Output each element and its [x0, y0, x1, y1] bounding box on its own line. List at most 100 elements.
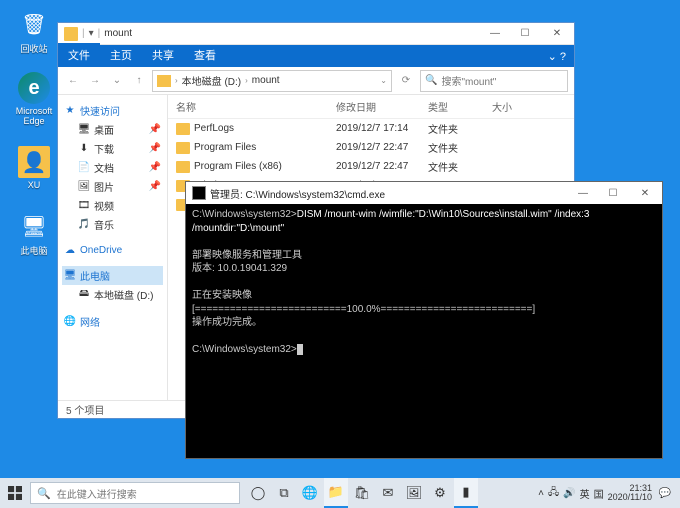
cmd-titlebar[interactable]: 管理员: C:\Windows\system32\cmd.exe — ☐ ✕ [186, 182, 662, 204]
sidebar-item-videos[interactable]: 🎞视频 [62, 196, 163, 215]
maximize-button[interactable]: ☐ [598, 182, 628, 204]
taskbar-clock[interactable]: 21:31 2020/11/10 [608, 484, 652, 502]
folder-icon [176, 142, 190, 154]
table-row[interactable]: PerfLogs2019/12/7 17:14文件夹 [168, 119, 574, 138]
sidebar-item-documents[interactable]: 📄文档📌 [62, 158, 163, 177]
col-date[interactable]: 修改日期 [336, 99, 428, 114]
desktop-icon-edge[interactable]: e Microsoft Edge [10, 72, 58, 126]
sidebar-quick-access[interactable]: ★ 快速访问 [62, 101, 163, 120]
pc-icon: 🖥 [64, 270, 76, 282]
close-button[interactable]: ✕ [540, 23, 574, 45]
tab-share[interactable]: 共享 [142, 43, 184, 67]
maximize-button[interactable]: ☐ [510, 23, 540, 45]
minimize-button[interactable]: — [568, 182, 598, 204]
user-folder-icon: 👤 [18, 146, 50, 178]
window-title: mount [104, 28, 132, 39]
cursor [297, 344, 303, 355]
tray-network-icon[interactable]: 🖧 [548, 485, 559, 502]
tray-overflow-icon[interactable]: ˄ [538, 488, 544, 499]
desktop-icon-label: XU [10, 180, 58, 190]
cortana-button[interactable]: ◯ [246, 478, 270, 508]
document-icon: 📄 [78, 162, 90, 174]
picture-icon: 🖼 [78, 181, 90, 193]
windows-icon [8, 486, 22, 500]
taskbar-store[interactable]: 🛍 [350, 478, 374, 508]
drive-icon: 🖴 [78, 289, 90, 301]
nav-back-button[interactable]: ← [64, 72, 82, 90]
folder-icon [64, 27, 78, 41]
minimize-button[interactable]: — [480, 23, 510, 45]
taskbar-photos[interactable]: 🖼 [402, 478, 426, 508]
cloud-icon: ☁ [64, 244, 76, 256]
sidebar-item-music[interactable]: 🎵音乐 [62, 215, 163, 234]
nav-recent-button[interactable]: ⌄ [108, 72, 126, 90]
taskbar-explorer[interactable]: 📁 [324, 478, 348, 508]
recycle-bin-icon: 🗑 [18, 8, 50, 40]
search-placeholder: 在此键入进行搜索 [57, 486, 137, 501]
search-input[interactable]: 🔍 搜索"mount" [420, 70, 568, 92]
sidebar-thispc[interactable]: 🖥此电脑 [62, 266, 163, 285]
folder-icon [176, 161, 190, 173]
col-type[interactable]: 类型 [428, 99, 492, 114]
tray-volume-icon[interactable]: 🔊 [563, 488, 575, 499]
breadcrumb[interactable]: › 本地磁盘 (D:) › mount ⌄ [152, 70, 392, 92]
taskbar: 🔍 在此键入进行搜索 ◯ ⧉ 🌐 📁 🛍 ✉ 🖼 ⚙ ▮ ˄ 🖧 🔊 英 国 2… [0, 478, 680, 508]
nav-up-button[interactable]: ↑ [130, 72, 148, 90]
video-icon: 🎞 [78, 200, 90, 212]
taskbar-mail[interactable]: ✉ [376, 478, 400, 508]
qat-under-icon[interactable]: ▾ [89, 28, 94, 39]
cmd-title: 管理员: C:\Windows\system32\cmd.exe [210, 186, 385, 201]
desktop-icon-user[interactable]: 👤 XU [10, 146, 58, 190]
search-icon: 🔍 [425, 75, 437, 86]
sidebar-network[interactable]: 🌐网络 [62, 312, 163, 331]
desktop-icon-recycle-bin[interactable]: 🗑 回收站 [10, 8, 58, 55]
drive-icon [157, 75, 171, 87]
breadcrumb-folder[interactable]: mount [252, 75, 280, 86]
cmd-output[interactable]: C:\Windows\system32>DISM /mount-wim /wim… [186, 204, 662, 458]
thispc-icon: 🖥 [18, 210, 50, 242]
table-row[interactable]: Program Files (x86)2019/12/7 22:47文件夹 [168, 157, 574, 176]
qat-sep: | [82, 28, 85, 39]
tab-view[interactable]: 查看 [184, 43, 226, 67]
edge-icon: e [18, 72, 50, 104]
file-list-header[interactable]: 名称 修改日期 类型 大小 [168, 95, 574, 119]
tray-ime2[interactable]: 国 [594, 486, 604, 501]
chevron-right-icon: › [175, 76, 178, 85]
desktop-icon-label: 此电脑 [10, 244, 58, 257]
download-icon: ⬇ [78, 143, 90, 155]
tab-file[interactable]: 文件 [58, 43, 100, 67]
taskbar-cmd[interactable]: ▮ [454, 478, 478, 508]
desktop-icon-label: Microsoft Edge [10, 106, 58, 126]
sidebar-item-drive-d[interactable]: 🖴本地磁盘 (D:) [62, 285, 163, 304]
start-button[interactable] [0, 478, 30, 508]
chevron-down-icon[interactable]: ⌄ [380, 76, 387, 85]
close-button[interactable]: ✕ [628, 182, 662, 204]
table-row[interactable]: Program Files2019/12/7 22:47文件夹 [168, 138, 574, 157]
system-tray: ˄ 🖧 🔊 英 国 21:31 2020/11/10 💬 [538, 484, 680, 502]
taskbar-edge[interactable]: 🌐 [298, 478, 322, 508]
sidebar: ★ 快速访问 🖥桌面📌 ⬇下载📌 📄文档📌 🖼图片📌 🎞视频 🎵音乐 ☁OneD… [58, 95, 168, 400]
sidebar-onedrive[interactable]: ☁OneDrive [62, 242, 163, 258]
star-icon: ★ [64, 105, 76, 117]
sidebar-item-desktop[interactable]: 🖥桌面📌 [62, 120, 163, 139]
desktop-icon-label: 回收站 [10, 42, 58, 55]
breadcrumb-root[interactable]: 本地磁盘 (D:) [182, 73, 241, 88]
tray-ime[interactable]: 英 [580, 486, 590, 501]
action-center-button[interactable]: 💬 [656, 484, 674, 502]
refresh-button[interactable]: ⟳ [396, 75, 416, 86]
nav-forward-button[interactable]: → [86, 72, 104, 90]
sidebar-item-downloads[interactable]: ⬇下载📌 [62, 139, 163, 158]
col-name[interactable]: 名称 [176, 99, 336, 114]
taskbar-settings[interactable]: ⚙ [428, 478, 452, 508]
task-view-button[interactable]: ⧉ [272, 478, 296, 508]
sidebar-item-pictures[interactable]: 🖼图片📌 [62, 177, 163, 196]
status-text: 5 个项目 [66, 402, 104, 417]
taskbar-search-input[interactable]: 🔍 在此键入进行搜索 [30, 482, 240, 504]
qat-sep2: | [98, 28, 101, 39]
explorer-titlebar[interactable]: | ▾ | mount — ☐ ✕ [58, 23, 574, 45]
ribbon-expand-icon[interactable]: ⌄ ? [540, 46, 574, 67]
ribbon-tabs: 文件 主页 共享 查看 ⌄ ? [58, 45, 574, 67]
desktop-icon-thispc[interactable]: 🖥 此电脑 [10, 210, 58, 257]
col-size[interactable]: 大小 [492, 99, 540, 114]
tab-home[interactable]: 主页 [100, 43, 142, 67]
